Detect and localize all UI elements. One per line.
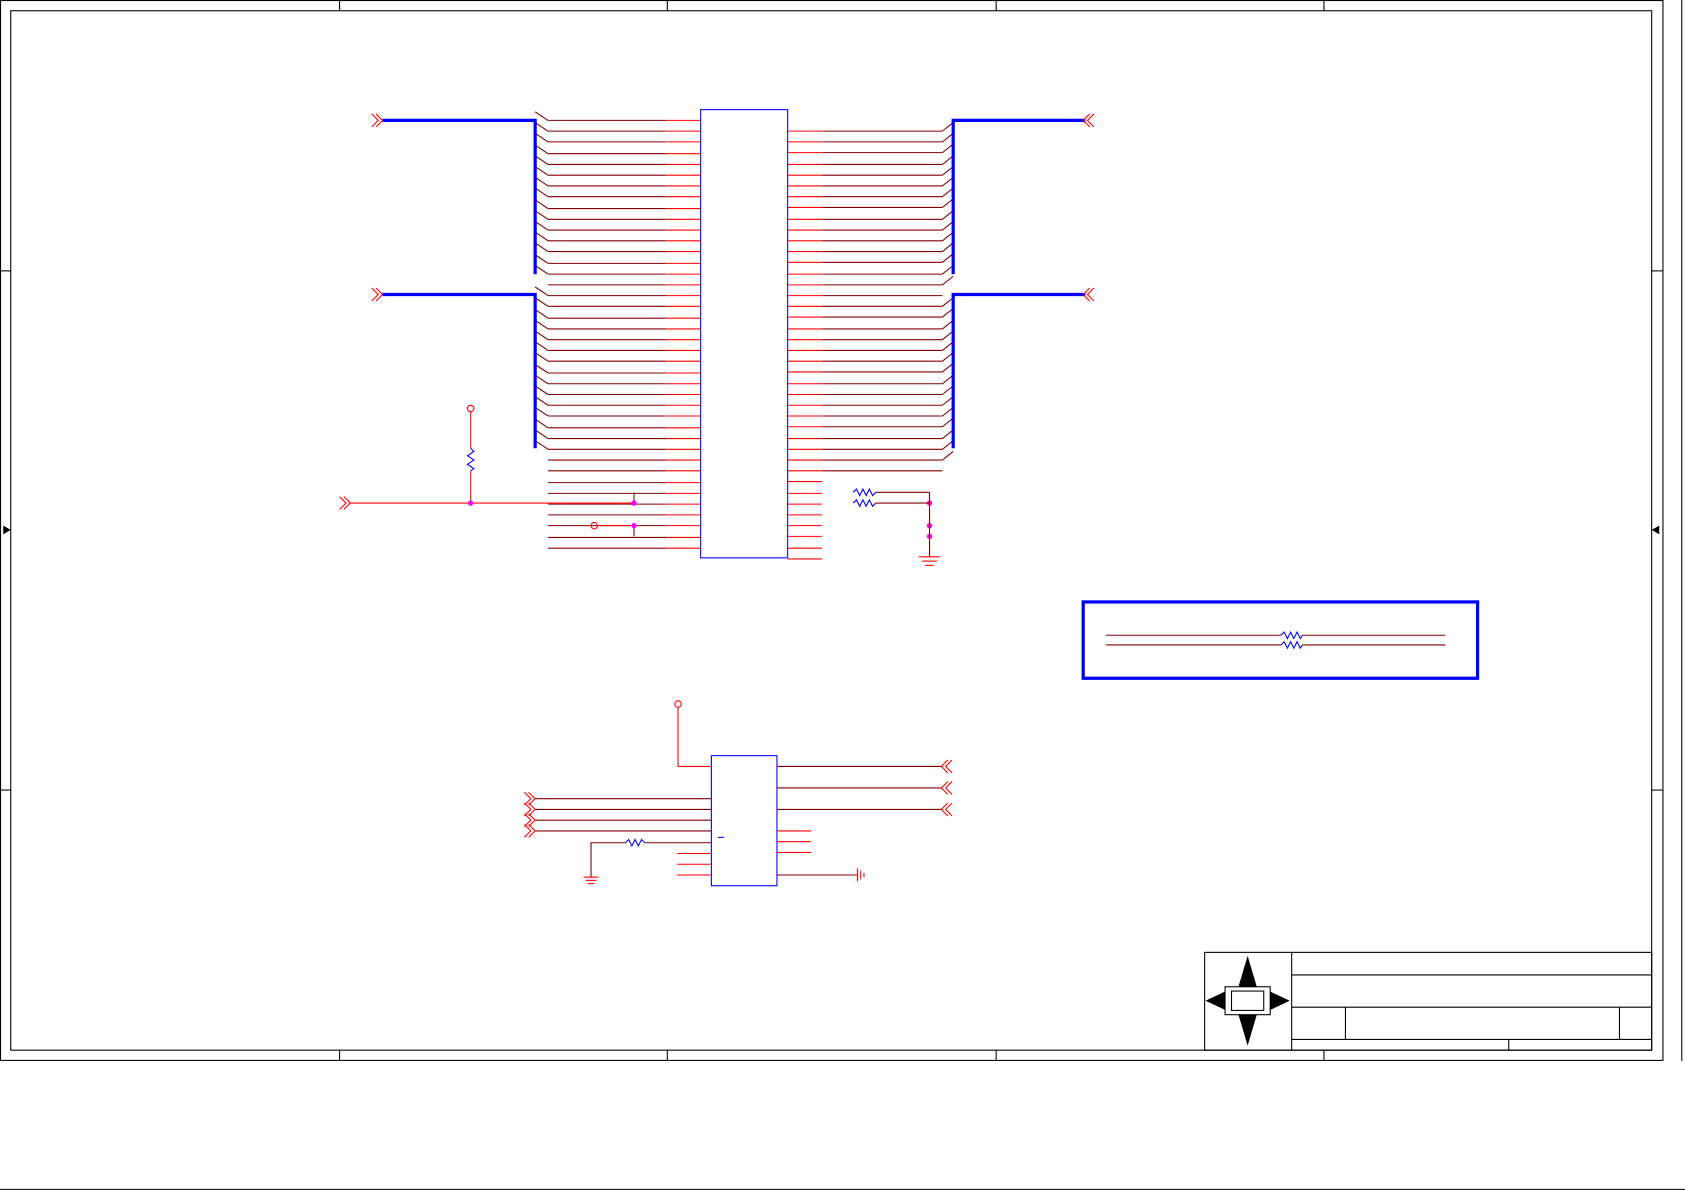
compass-arrow-logo bbox=[1205, 955, 1290, 1046]
bus-entry bbox=[534, 265, 549, 275]
bus-entry bbox=[942, 451, 954, 461]
lower-ic bbox=[524, 700, 953, 887]
bus-entry bbox=[534, 220, 549, 231]
bus-offpage-connectors bbox=[371, 113, 1095, 302]
pullup-resistor-icon bbox=[466, 447, 475, 472]
connector-right-pins bbox=[787, 122, 954, 560]
ground-icon bbox=[857, 868, 865, 882]
bus-entry bbox=[534, 155, 549, 165]
bus-entry bbox=[534, 406, 549, 417]
bus-entry bbox=[534, 199, 549, 209]
bus-entry bbox=[534, 297, 549, 307]
resistor-icon bbox=[625, 838, 646, 848]
bus-entry bbox=[534, 330, 549, 341]
connector-left-pins bbox=[534, 111, 701, 549]
right-bus-upper bbox=[951, 118, 1086, 275]
zone-center-arrows bbox=[3, 525, 1660, 535]
main-connector-body bbox=[700, 109, 789, 559]
resistor-icon bbox=[1280, 630, 1303, 640]
bus-entry bbox=[534, 418, 549, 429]
bus-entry bbox=[534, 210, 549, 220]
bus-entry bbox=[534, 429, 549, 440]
left-bus-lower bbox=[382, 292, 537, 449]
bus-entry bbox=[534, 111, 549, 121]
bus-entry bbox=[534, 396, 549, 406]
bus-entry bbox=[534, 254, 549, 264]
bus-entry bbox=[534, 309, 549, 319]
sheet-border bbox=[0, 0, 1685, 1190]
bus-entry bbox=[534, 319, 549, 330]
bus-entry bbox=[534, 374, 549, 385]
bus-lines bbox=[382, 118, 1086, 449]
resistor-icon bbox=[852, 487, 877, 497]
resistor-icon bbox=[852, 498, 877, 508]
power-node-icon bbox=[674, 700, 682, 708]
ground-icon bbox=[918, 556, 941, 566]
right-bus-lower bbox=[951, 292, 1086, 449]
bus-entry bbox=[534, 341, 549, 351]
power-node-icon bbox=[466, 404, 475, 413]
bus-entry bbox=[534, 242, 549, 252]
bus-entry bbox=[534, 122, 549, 132]
bus-entry bbox=[534, 385, 549, 395]
note-box bbox=[1081, 600, 1480, 680]
bus-entry bbox=[534, 440, 549, 450]
bus-entry bbox=[534, 132, 549, 143]
bus-entry bbox=[942, 275, 954, 286]
bus-entry bbox=[534, 166, 549, 176]
bus-entry bbox=[534, 231, 549, 242]
bus-entry bbox=[534, 176, 549, 187]
bus-entry bbox=[534, 363, 549, 374]
right-ground-net bbox=[852, 487, 941, 566]
schematic-sheet bbox=[0, 0, 1685, 1191]
offpage-in-icon bbox=[524, 791, 536, 838]
bus-entry bbox=[534, 286, 549, 297]
bus-entry bbox=[534, 187, 549, 198]
junction-dots bbox=[467, 500, 933, 540]
bus-entry bbox=[534, 352, 549, 362]
ground-icon bbox=[583, 876, 599, 885]
bus-entry bbox=[534, 144, 549, 155]
schematic-drawing bbox=[0, 0, 1685, 1190]
resistor-icon bbox=[1280, 640, 1303, 650]
left-bus-upper bbox=[382, 118, 537, 275]
